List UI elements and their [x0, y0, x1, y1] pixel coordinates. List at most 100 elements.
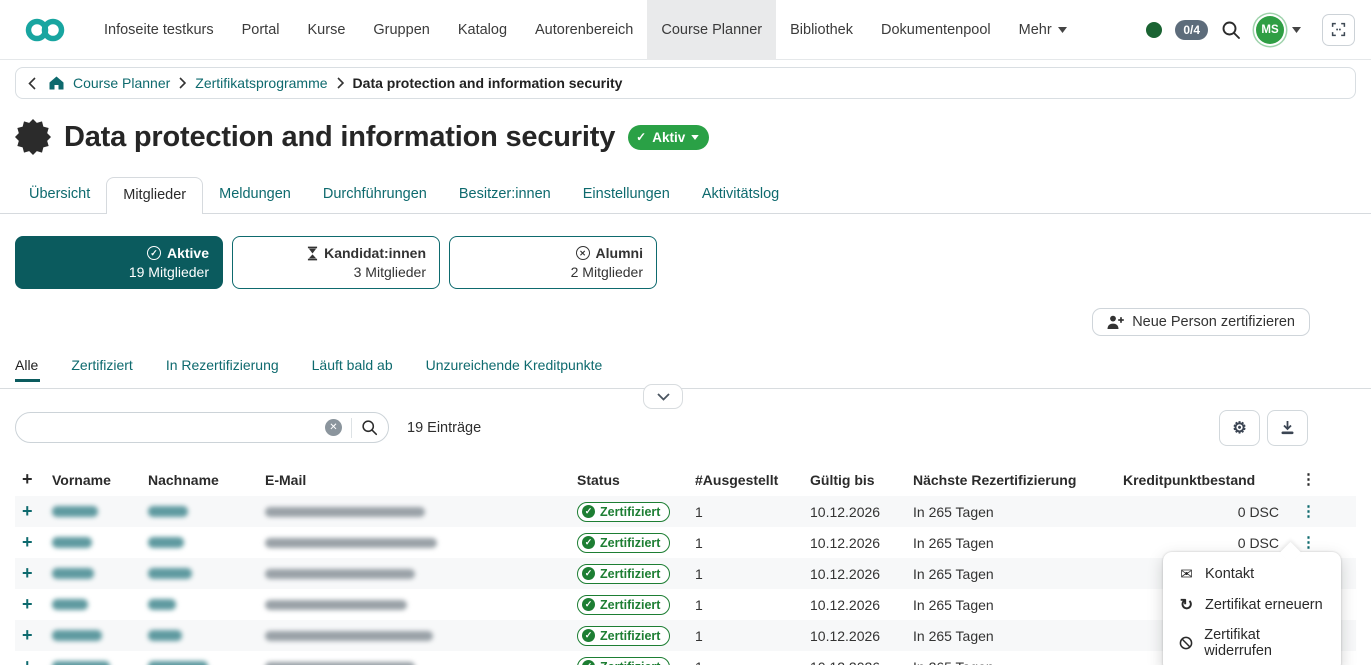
filter-unzureichende-kreditpunkte[interactable]: Unzureichende Kreditpunkte: [426, 357, 603, 373]
home-icon[interactable]: [49, 76, 64, 90]
column-header-kreditpunktbestand[interactable]: Kreditpunktbestand: [1123, 472, 1279, 488]
redacted-last-name: [148, 506, 188, 517]
tab-besitzer-innen[interactable]: Besitzer:innen: [443, 177, 567, 213]
tab-mitglieder[interactable]: Mitglieder: [106, 177, 203, 214]
nav-item-label: Infoseite testkurs: [104, 22, 214, 38]
certify-new-person-label: Neue Person zertifizieren: [1132, 314, 1295, 330]
filter-zertifiziert[interactable]: Zertifiziert: [71, 357, 132, 373]
breadcrumb-link-zertifikatsprogramme[interactable]: Zertifikatsprogramme: [195, 75, 327, 91]
check-circle-icon: ✓: [147, 246, 161, 260]
nav-item-katalog[interactable]: Katalog: [444, 0, 521, 60]
page-title: Data protection and information security: [64, 121, 615, 154]
collapse-filters-button[interactable]: [643, 384, 683, 409]
tab-durchführungen[interactable]: Durchführungen: [307, 177, 443, 213]
row-actions-kebab-icon[interactable]: ⋮: [1301, 504, 1316, 519]
session-counter-badge[interactable]: 0/4: [1175, 20, 1208, 40]
expand-row-button[interactable]: +: [15, 656, 52, 665]
breadcrumb-current: Data protection and information security: [353, 75, 623, 91]
presence-indicator-dot: [1146, 22, 1162, 38]
tab-einstellungen[interactable]: Einstellungen: [567, 177, 686, 213]
status-dropdown[interactable]: ✓ Aktiv: [628, 125, 709, 150]
column-header-gültig-bis[interactable]: Gültig bis: [810, 472, 913, 488]
nav-item-gruppen[interactable]: Gruppen: [359, 0, 443, 60]
search-input[interactable]: [30, 419, 325, 437]
top-navigation-bar: Infoseite testkurs Portal KurseGruppenKata…: [0, 0, 1371, 60]
clear-search-icon[interactable]: ✕: [325, 419, 342, 436]
nav-item-course-planner[interactable]: Course Planner: [647, 0, 776, 60]
column-settings-kebab-icon[interactable]: ⋮: [1301, 472, 1316, 487]
renew-icon: ↻: [1180, 595, 1193, 615]
nav-item-label: Course Planner: [661, 22, 762, 38]
nav-item-label: Bibliothek: [790, 22, 853, 38]
openolat-logo-icon[interactable]: [20, 15, 70, 45]
redacted-first-name: [52, 661, 110, 665]
column-header-nächste-rezertifizierung[interactable]: Nächste Rezertifizierung: [913, 472, 1123, 488]
filter-divider: [0, 388, 1371, 389]
stat-card-alumni[interactable]: ✕Alumni2 Mitglieder: [449, 236, 657, 289]
status-badge: ✓Zertifiziert: [577, 595, 670, 615]
filter-läuft-bald-ab[interactable]: Läuft bald ab: [312, 357, 393, 373]
action-row: Neue Person zertifizieren: [0, 308, 1371, 336]
column-header-nachname[interactable]: Nachname: [148, 472, 265, 488]
breadcrumb-separator-icon: [337, 77, 344, 89]
expand-all-button[interactable]: +: [15, 469, 52, 490]
breadcrumb: Course Planner Zertifikatsprogramme Data…: [15, 67, 1356, 99]
tab-meldungen[interactable]: Meldungen: [203, 177, 307, 213]
search-icon[interactable]: [361, 419, 378, 436]
tab-aktivitätslog[interactable]: Aktivitätslog: [686, 177, 795, 213]
table-settings-button[interactable]: ⚙: [1219, 410, 1260, 446]
expand-row-button[interactable]: +: [15, 625, 52, 646]
table-body: +✓Zertifiziert110.12.2026In 265 Tagen0 D…: [15, 496, 1356, 665]
membership-stat-cards: ✓Aktive19 MitgliederKandidat:innen3 Mitg…: [15, 236, 1356, 289]
filter-alle[interactable]: Alle: [15, 357, 38, 373]
nav-item-kurse[interactable]: Kurse: [294, 0, 360, 60]
nav-item-mehr[interactable]: Mehr: [1005, 0, 1081, 60]
tab-übersicht[interactable]: Übersicht: [13, 177, 106, 213]
expand-row-button[interactable]: +: [15, 563, 52, 584]
valid-until: 10.12.2026: [810, 504, 913, 520]
fullscreen-button[interactable]: [1322, 14, 1355, 46]
members-table: +VornameNachnameE-MailStatus#Ausgestellt…: [15, 463, 1356, 665]
menu-item-kontakt[interactable]: ✉Kontakt: [1163, 559, 1341, 589]
user-menu[interactable]: MS: [1256, 16, 1301, 44]
nav-item-label: Portal: [242, 22, 280, 38]
expand-row-button[interactable]: +: [15, 501, 52, 522]
divider: [351, 418, 352, 438]
filter-in-rezertifizierung[interactable]: In Rezertifizierung: [166, 357, 279, 373]
nav-item-portal[interactable]: Portal: [228, 0, 294, 60]
table-row: +✓Zertifiziert110.12.2026In 265 Tagen0 D…: [15, 589, 1356, 620]
breadcrumb-link-course-planner[interactable]: Course Planner: [73, 75, 170, 91]
menu-item-zertifikat-erneuern[interactable]: ↻Zertifikat erneuern: [1163, 589, 1341, 621]
column-header-e-mail[interactable]: E-Mail: [265, 472, 577, 488]
column-header-status[interactable]: Status: [577, 472, 695, 488]
row-actions-kebab-icon[interactable]: ⋮: [1301, 535, 1316, 550]
stat-card-aktive[interactable]: ✓Aktive19 Mitglieder: [15, 236, 223, 289]
redacted-email: [265, 507, 425, 517]
certify-new-person-button[interactable]: Neue Person zertifizieren: [1092, 308, 1310, 336]
nav-item-bibliothek[interactable]: Bibliothek: [776, 0, 867, 60]
table-row: +✓Zertifiziert110.12.2026In 265 Tagen0 D…: [15, 620, 1356, 651]
table-row: +✓Zertifiziert110.12.2026In 265 Tagen0 D…: [15, 496, 1356, 527]
nav-item-infoseite-testkurs[interactable]: Infoseite testkurs: [90, 0, 228, 60]
redacted-email: [265, 569, 415, 579]
menu-item-zertifikat-widerrufen[interactable]: Zertifikat widerrufen: [1163, 621, 1341, 665]
check-icon: ✓: [582, 536, 595, 549]
nav-item-autorenbereich[interactable]: Autorenbereich: [521, 0, 647, 60]
chevron-down-icon: [1058, 27, 1067, 33]
avatar[interactable]: MS: [1256, 16, 1284, 44]
download-button[interactable]: [1267, 410, 1308, 446]
redacted-first-name: [52, 599, 88, 610]
expand-row-button[interactable]: +: [15, 532, 52, 553]
next-recertification: In 265 Tagen: [913, 597, 1123, 613]
back-chevron-icon[interactable]: [28, 77, 36, 90]
stat-card-kandidat-innen[interactable]: Kandidat:innen3 Mitglieder: [232, 236, 440, 289]
menu-item-label: Zertifikat widerrufen: [1204, 627, 1326, 659]
credit-balance: 0 DSC: [1123, 535, 1279, 551]
expand-row-button[interactable]: +: [15, 594, 52, 615]
valid-until: 10.12.2026: [810, 659, 913, 665]
nav-item-dokumentenpool[interactable]: Dokumentenpool: [867, 0, 1005, 60]
redacted-first-name: [52, 568, 94, 579]
column-header-ausgestellt[interactable]: #Ausgestellt: [695, 472, 810, 488]
column-header-vorname[interactable]: Vorname: [52, 472, 148, 488]
search-icon[interactable]: [1221, 20, 1241, 40]
